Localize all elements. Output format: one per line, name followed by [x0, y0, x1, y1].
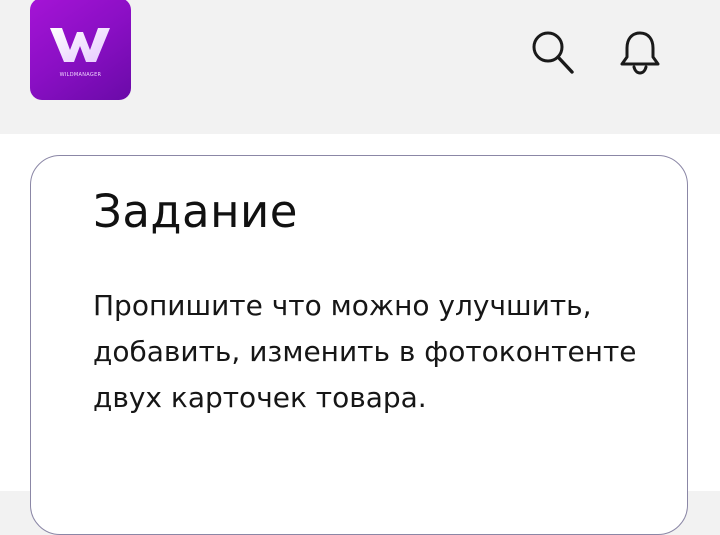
app-header: WILDMANAGER: [0, 0, 720, 134]
main-content: Задание Пропишите что можно улучшить, до…: [0, 134, 720, 535]
search-button[interactable]: [524, 24, 580, 80]
task-description: Пропишите что можно улучшить, добавить, …: [93, 289, 637, 414]
task-card: Задание Пропишите что можно улучшить, до…: [30, 155, 688, 535]
bell-icon: [620, 31, 660, 75]
app-logo[interactable]: WILDMANAGER: [30, 0, 131, 100]
search-icon: [532, 31, 574, 74]
logo-text: WILDMANAGER: [59, 72, 102, 78]
w-logo-icon: [50, 28, 110, 62]
notifications-button[interactable]: [612, 24, 668, 80]
task-title: Задание: [93, 185, 298, 238]
